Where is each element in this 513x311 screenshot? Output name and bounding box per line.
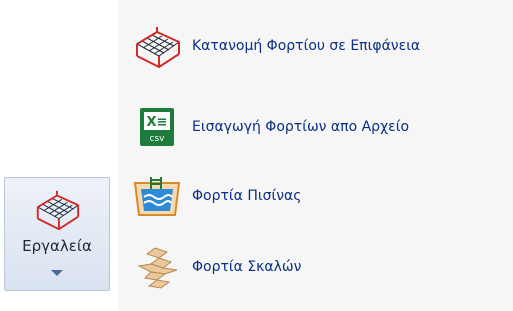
dropdown-arrow-icon[interactable]	[51, 270, 63, 276]
svg-text:X≡: X≡	[147, 115, 168, 130]
pool-icon	[128, 170, 186, 222]
tools-button[interactable]: Εργαλεία	[4, 177, 110, 291]
menu-item-label: Φορτία Πισίνας	[192, 188, 302, 204]
menu-item-pool-loads[interactable]: Φορτία Πισίνας	[128, 170, 508, 222]
grid-load-icon	[32, 184, 82, 234]
csv-file-icon: X≡ csv	[128, 101, 186, 153]
menu-item-stairs-loads[interactable]: Φορτία Σκαλών	[128, 241, 508, 293]
menu-item-label: Κατανομή Φορτίου σε Επιφάνεια	[192, 38, 421, 54]
menu-item-label: Φορτία Σκαλών	[192, 259, 302, 275]
grid-load-icon	[128, 20, 186, 72]
menu-item-surface-load[interactable]: Κατανομή Φορτίου σε Επιφάνεια	[128, 20, 508, 72]
stairs-icon	[128, 241, 186, 293]
dropdown-menu: Κατανομή Φορτίου σε Επιφάνεια X≡ csv Εισ…	[118, 0, 513, 311]
menu-item-import-from-file[interactable]: X≡ csv Εισαγωγή Φορτίων απο Αρχείο	[128, 101, 508, 153]
svg-text:csv: csv	[150, 134, 166, 144]
menu-item-label: Εισαγωγή Φορτίων απο Αρχείο	[192, 119, 410, 135]
tools-button-label: Εργαλεία	[22, 237, 92, 255]
